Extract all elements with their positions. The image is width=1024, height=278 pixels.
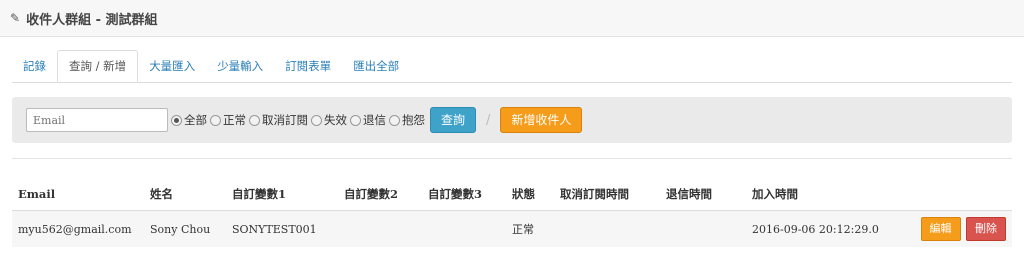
section-divider xyxy=(12,158,1012,159)
radio-button-icon[interactable] xyxy=(210,114,221,126)
radio-label: 正常 xyxy=(223,113,246,127)
radio-unsubscribed[interactable]: 取消訂閱 xyxy=(249,112,308,128)
radio-normal[interactable]: 正常 xyxy=(210,112,246,128)
radio-label: 退信 xyxy=(363,113,386,127)
table-header-row: Email 姓名 自訂變數1 自訂變數2 自訂變數3 狀態 取消訂閱時間 退信時… xyxy=(12,178,1012,211)
table-row: myu562@gmail.com Sony Chou SONYTEST001 正… xyxy=(12,210,1012,247)
tab-bulk-import[interactable]: 大量匯入 xyxy=(138,50,206,82)
column-header-bounce-time: 退信時間 xyxy=(660,178,746,211)
edit-button[interactable]: 編輯 xyxy=(920,217,961,241)
cell-bounce-time xyxy=(660,210,746,247)
cell-unsubscribe-time xyxy=(554,210,660,247)
tab-small-input[interactable]: 少量輸入 xyxy=(206,50,274,82)
page-header: ✎ 收件人群組 - 測試群組 xyxy=(0,0,1024,37)
radio-button-icon[interactable] xyxy=(350,114,361,126)
radio-invalid[interactable]: 失效 xyxy=(311,112,347,128)
cell-status: 正常 xyxy=(506,210,554,247)
radio-button-icon[interactable] xyxy=(249,114,260,126)
tab-query-add[interactable]: 查詢 / 新增 xyxy=(57,50,139,82)
column-header-var3: 自訂變數3 xyxy=(422,178,506,211)
cell-var3 xyxy=(422,210,506,247)
delete-button[interactable]: 刪除 xyxy=(966,217,1006,241)
query-button[interactable]: 查詢 xyxy=(430,107,477,133)
recipients-table: Email 姓名 自訂變數1 自訂變數2 自訂變數3 狀態 取消訂閱時間 退信時… xyxy=(12,178,1012,247)
radio-label: 失效 xyxy=(324,113,347,127)
add-recipient-button[interactable]: 新增收件人 xyxy=(500,107,583,133)
tab-records[interactable]: 記錄 xyxy=(12,50,57,82)
pencil-icon: ✎ xyxy=(10,11,21,25)
page-title: 收件人群組 - 測試群組 xyxy=(26,12,158,28)
column-header-var1: 自訂變數1 xyxy=(226,178,338,211)
radio-button-icon[interactable] xyxy=(311,114,322,126)
column-header-var2: 自訂變數2 xyxy=(338,178,422,211)
column-header-actions xyxy=(890,178,1012,211)
radio-all[interactable]: 全部 xyxy=(171,112,207,128)
column-header-unsubscribe-time: 取消訂閱時間 xyxy=(554,178,660,211)
column-header-email: Email xyxy=(12,178,144,211)
radio-label: 取消訂閱 xyxy=(262,113,308,127)
button-separator: / xyxy=(486,112,491,128)
tab-export-all[interactable]: 匯出全部 xyxy=(342,50,410,82)
radio-button-icon[interactable] xyxy=(389,114,400,126)
column-header-join-time: 加入時間 xyxy=(746,178,890,211)
radio-button-icon[interactable] xyxy=(171,114,182,126)
cell-actions: 編輯 刪除 xyxy=(890,210,1012,247)
cell-name: Sony Chou xyxy=(144,210,226,247)
email-search-input[interactable] xyxy=(26,108,168,132)
filter-bar: 全部 正常 取消訂閱 失效 退信 抱怨 查詢 / 新增收件人 xyxy=(12,97,1012,143)
cell-join-time: 2016-09-06 20:12:29.0 xyxy=(746,210,890,247)
radio-label: 全部 xyxy=(184,113,207,127)
radio-complaint[interactable]: 抱怨 xyxy=(389,112,425,128)
column-header-name: 姓名 xyxy=(144,178,226,211)
radio-label: 抱怨 xyxy=(402,113,425,127)
column-header-status: 狀態 xyxy=(506,178,554,211)
tab-bar: 記錄 查詢 / 新增 大量匯入 少量輸入 訂閱表單 匯出全部 xyxy=(12,50,1012,83)
tab-subscription-form[interactable]: 訂閱表單 xyxy=(274,50,342,82)
cell-var2 xyxy=(338,210,422,247)
radio-bounced[interactable]: 退信 xyxy=(350,112,386,128)
cell-var1: SONYTEST001 xyxy=(226,210,338,247)
cell-email: myu562@gmail.com xyxy=(12,210,144,247)
